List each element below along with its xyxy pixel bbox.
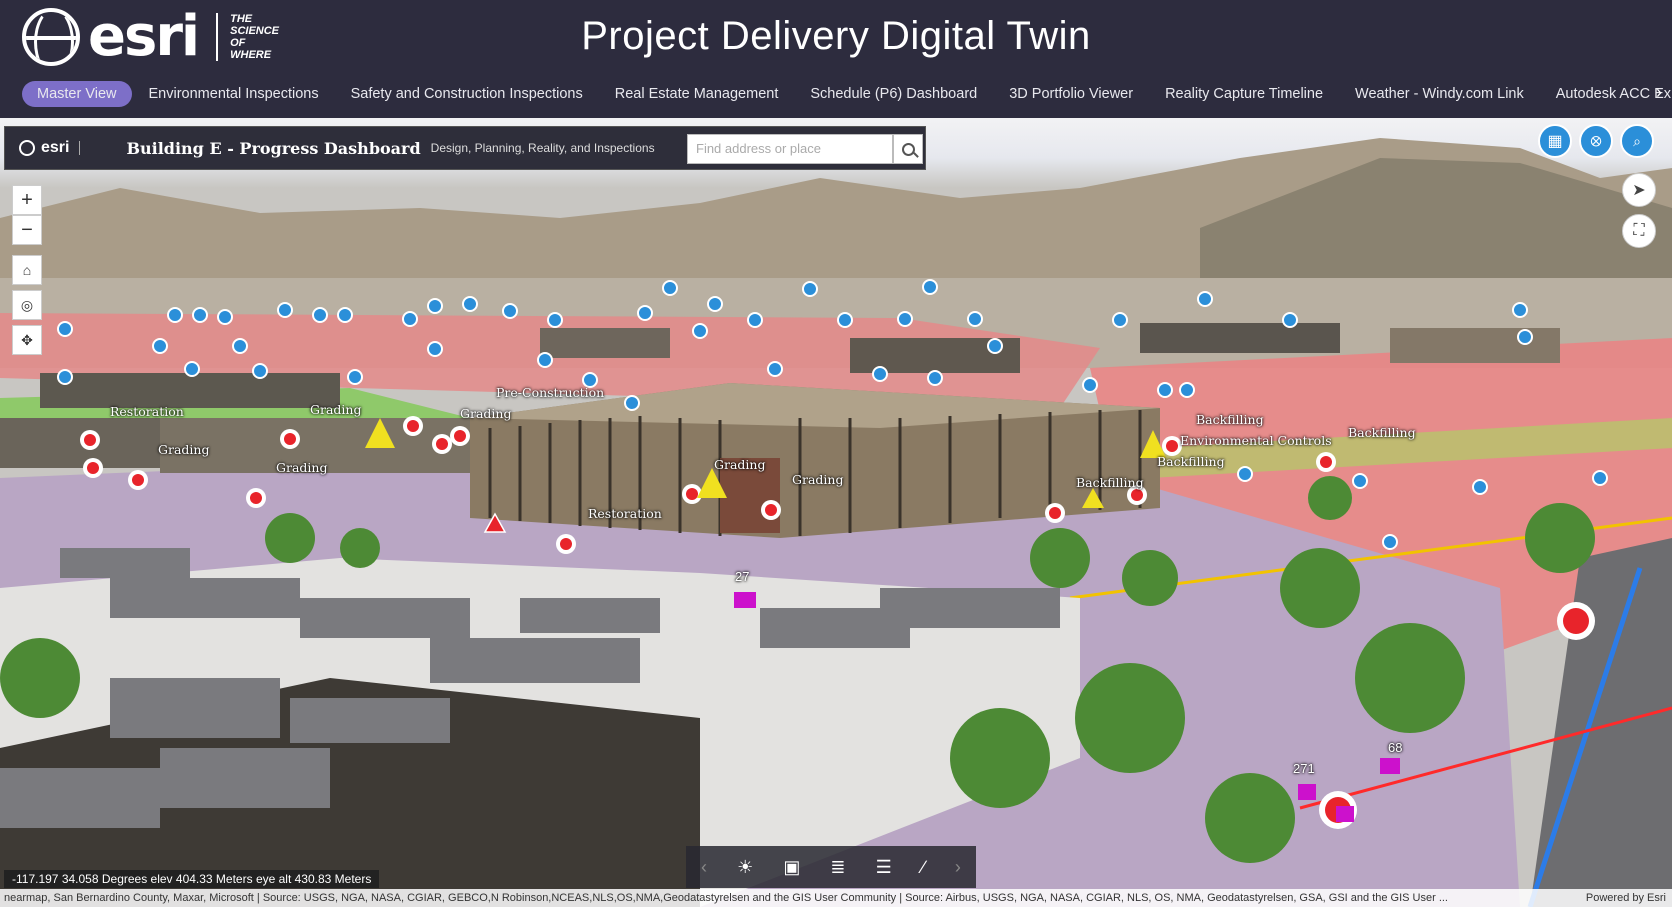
tab-weather-link[interactable]: Weather - Windy.com Link bbox=[1340, 81, 1539, 107]
network-icon: ⭙ bbox=[1590, 133, 1601, 150]
dashboard-title: Building E - Progress Dashboard bbox=[126, 139, 420, 158]
scene-view[interactable]: esri Building E - Progress Dashboard Des… bbox=[0, 118, 1672, 907]
map-label: Backfilling bbox=[1076, 475, 1144, 490]
building-distant bbox=[540, 328, 670, 358]
grid-icon: ▦ bbox=[1547, 131, 1562, 151]
network-button[interactable]: ⭙ bbox=[1579, 124, 1613, 158]
app-title: Project Delivery Digital Twin bbox=[0, 14, 1672, 59]
tab-autodesk-acc[interactable]: Autodesk ACC Ex bbox=[1541, 81, 1672, 107]
map-label: Restoration bbox=[588, 506, 662, 521]
map-label: Grading bbox=[714, 457, 765, 472]
cluster-count: 271 bbox=[1293, 761, 1315, 776]
dashboard-subtitle: Design, Planning, Reality, and Inspectio… bbox=[431, 141, 655, 155]
map-label: Grading bbox=[158, 442, 209, 457]
scene-toolbar: ‹ ☀ ▣ ≣ ☰ ∕ › bbox=[686, 846, 976, 888]
sun-icon[interactable]: ☀ bbox=[737, 857, 753, 878]
locate-icon: ◎ bbox=[21, 297, 33, 313]
building-distant bbox=[1140, 323, 1340, 353]
search-button[interactable] bbox=[893, 134, 923, 164]
search-input[interactable]: Find address or place bbox=[687, 134, 893, 164]
map-label: Environmental Controls bbox=[1180, 433, 1332, 448]
tab-safety-construction-inspections[interactable]: Safety and Construction Inspections bbox=[336, 81, 598, 107]
pan-icon: ✥ bbox=[21, 332, 33, 348]
compass-button[interactable]: ➤ bbox=[1622, 173, 1656, 207]
layers-icon[interactable]: ≣ bbox=[830, 857, 845, 878]
search-widget-button[interactable]: ⌕ bbox=[1620, 124, 1654, 158]
map-label: Pre-Construction bbox=[496, 385, 604, 400]
nav-bar: Master View Environmental Inspections Sa… bbox=[22, 80, 1672, 108]
globe-icon bbox=[19, 140, 35, 156]
building-distant bbox=[1390, 328, 1560, 363]
map-label: Restoration bbox=[110, 404, 184, 419]
locate-button[interactable]: ◎ bbox=[12, 290, 42, 320]
measure-icon[interactable]: ∕ bbox=[922, 857, 925, 878]
home-icon: ⌂ bbox=[23, 262, 31, 278]
tab-environmental-inspections[interactable]: Environmental Inspections bbox=[134, 81, 334, 107]
tab-3d-portfolio-viewer[interactable]: 3D Portfolio Viewer bbox=[994, 81, 1148, 107]
cluster-count: 68 bbox=[1388, 740, 1402, 755]
zoom-out-button[interactable]: − bbox=[12, 215, 42, 245]
chevron-right-icon[interactable]: › bbox=[1656, 82, 1662, 103]
attribution-bar: nearmap, San Bernardino County, Maxar, M… bbox=[0, 889, 1672, 907]
fullscreen-icon: ⛶ bbox=[1633, 222, 1644, 240]
map-label: Grading bbox=[276, 460, 327, 475]
home-button[interactable]: ⌂ bbox=[12, 255, 42, 285]
chevron-left-icon[interactable]: ‹ bbox=[701, 857, 707, 878]
compass-icon: ➤ bbox=[1632, 180, 1645, 200]
map-label: Grading bbox=[460, 406, 511, 421]
powered-by[interactable]: Powered by Esri bbox=[1586, 889, 1666, 907]
tab-reality-capture-timeline[interactable]: Reality Capture Timeline bbox=[1150, 81, 1338, 107]
fullscreen-button[interactable]: ⛶ bbox=[1622, 214, 1656, 248]
app-header: esri THE SCIENCE OF WHERE Project Delive… bbox=[0, 0, 1672, 118]
map-label: Backfilling bbox=[1348, 425, 1416, 440]
screen-icon[interactable]: ▣ bbox=[783, 857, 800, 878]
tab-master-view[interactable]: Master View bbox=[22, 81, 132, 107]
map-label: Backfilling bbox=[1196, 412, 1264, 427]
building-distant bbox=[40, 373, 340, 408]
list-icon[interactable]: ☰ bbox=[876, 857, 892, 878]
search-icon bbox=[902, 143, 915, 156]
map-label: Backfilling bbox=[1157, 454, 1225, 469]
logo-tagline-mini bbox=[79, 141, 92, 155]
map-label: Grading bbox=[310, 402, 361, 417]
attribution-text: nearmap, San Bernardino County, Maxar, M… bbox=[4, 889, 1552, 907]
scene-canvas bbox=[0, 118, 1672, 907]
coordinate-readout: -117.197 34.058 Degrees elev 404.33 Mete… bbox=[4, 870, 379, 888]
cluster-count: 27 bbox=[735, 569, 749, 584]
search-icon: ⌕ bbox=[1633, 133, 1641, 150]
dashboard-logo: esri bbox=[19, 139, 92, 157]
zoom-in-button[interactable]: + bbox=[12, 185, 42, 215]
chevron-right-icon[interactable]: › bbox=[955, 857, 961, 878]
dashboard-header: esri Building E - Progress Dashboard Des… bbox=[4, 126, 926, 170]
tab-schedule-dashboard[interactable]: Schedule (P6) Dashboard bbox=[795, 81, 992, 107]
pan-button[interactable]: ✥ bbox=[12, 325, 42, 355]
tab-real-estate-management[interactable]: Real Estate Management bbox=[600, 81, 794, 107]
grid-button[interactable]: ▦ bbox=[1538, 124, 1572, 158]
map-label: Grading bbox=[792, 472, 843, 487]
